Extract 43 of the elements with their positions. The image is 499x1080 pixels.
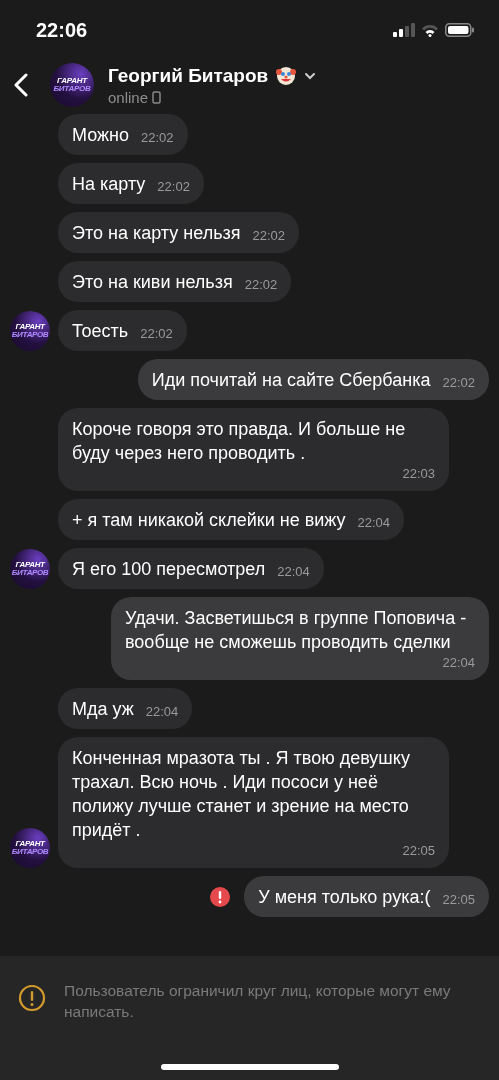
message-time: 22:02 bbox=[442, 374, 475, 392]
online-status: online bbox=[108, 88, 149, 106]
message-time: 22:05 bbox=[442, 891, 475, 909]
message-time: 22:02 bbox=[157, 178, 190, 196]
avatar[interactable]: ГАРАНТ БИТАРОВ bbox=[10, 828, 50, 868]
message-text: Тоесть bbox=[72, 320, 129, 343]
warning-icon bbox=[18, 984, 46, 1012]
message-text: Это на карту нельзя bbox=[72, 222, 241, 245]
message-text: Удачи. Засветишься в группе Поповича - вообще не сможешь проводить сделки bbox=[125, 607, 468, 654]
error-icon[interactable] bbox=[210, 886, 231, 907]
message-time: 22:03 bbox=[402, 465, 435, 483]
message-time: 22:04 bbox=[357, 514, 391, 532]
signal-icon bbox=[393, 23, 415, 37]
message-text: + я там никакой склейки не вижу bbox=[72, 509, 346, 532]
message-time: 22:02 bbox=[252, 227, 286, 245]
message-time: 22:02 bbox=[244, 276, 278, 294]
message-text: Мда уж bbox=[72, 698, 134, 721]
contact-name[interactable]: Георгий Битаров bbox=[108, 64, 269, 87]
message-text: Это на киви нельзя bbox=[72, 271, 233, 294]
avatar[interactable]: ГАРАНТ БИТАРОВ bbox=[10, 311, 50, 351]
message-time: 22:02 bbox=[141, 129, 174, 147]
wifi-icon bbox=[421, 23, 439, 37]
message-text: У меня только рука:( bbox=[258, 886, 431, 909]
clown-face-icon bbox=[276, 65, 297, 86]
message-text: Я его 100 пересмотрел bbox=[72, 558, 266, 581]
avatar[interactable]: ГАРАНТ БИТАРОВ bbox=[50, 63, 94, 107]
chevron-down-icon[interactable] bbox=[304, 71, 317, 80]
message-text: Короче говоря это правда. И больше не буду через него проводить . bbox=[72, 418, 407, 465]
message-time: 22:04 bbox=[442, 654, 475, 672]
phone-icon bbox=[152, 90, 162, 104]
restriction-notice: Пользователь ограничил круг лиц, которые могут ему написать. bbox=[64, 981, 452, 1022]
message-time: 22:04 bbox=[277, 563, 310, 581]
message-text: Можно bbox=[72, 124, 129, 147]
battery-icon bbox=[445, 23, 475, 37]
message-time: 22:04 bbox=[145, 703, 179, 721]
status-time: 22:06 bbox=[36, 18, 88, 42]
message-time: 22:02 bbox=[140, 325, 173, 343]
message-time: 22:05 bbox=[402, 842, 435, 860]
avatar[interactable]: ГАРАНТ БИТАРОВ bbox=[10, 549, 50, 589]
back-icon[interactable] bbox=[14, 73, 28, 97]
message-text: Иди почитай на сайте Сбербанка bbox=[151, 369, 431, 392]
message-text: Конченная мразота ты . Я твою девушку трахал. Всю ночь . Иди пососи у неё полижу лучше станет и зрение на место придёт . bbox=[72, 747, 411, 842]
message-text: На карту bbox=[72, 173, 146, 196]
